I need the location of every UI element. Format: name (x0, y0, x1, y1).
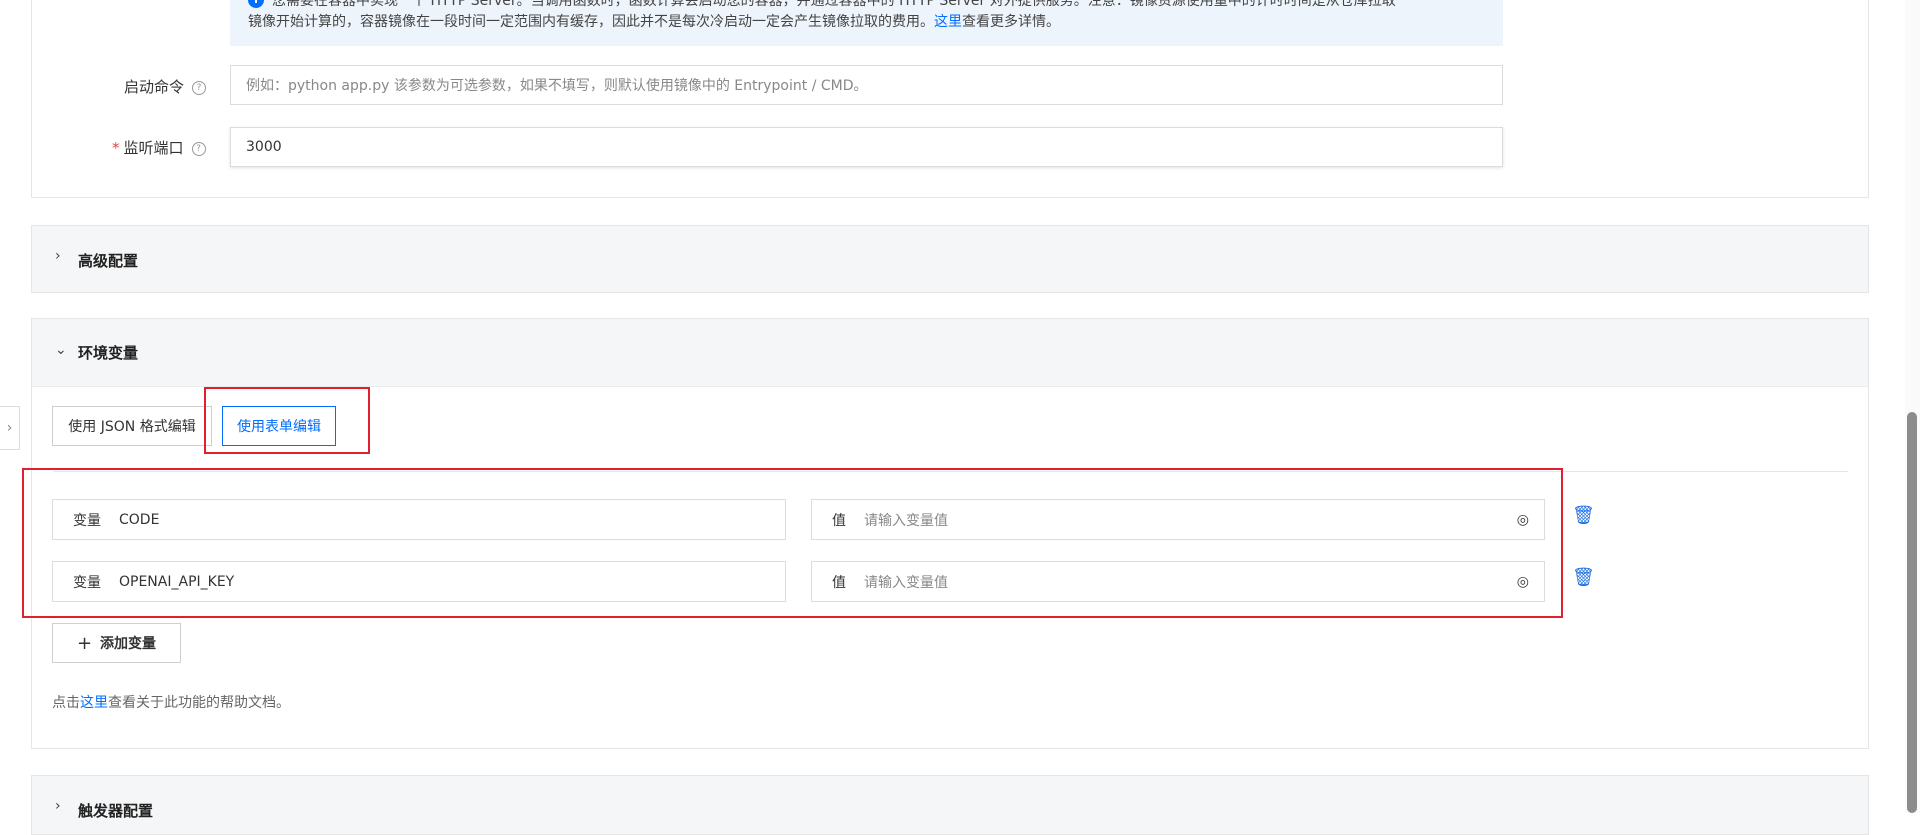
help-icon[interactable]: ? (192, 80, 207, 95)
trash-icon[interactable]: 🗑 (1572, 567, 1595, 588)
plus-icon: + (76, 632, 93, 654)
advanced-config-title: 高级配置 (78, 252, 139, 270)
advanced-config-panel[interactable]: › 高级配置 (31, 225, 1869, 293)
notice-text-line1: 您需要在容器中实现一个 HTTP Server。当调用函数时，函数计算会启动您的… (272, 0, 1396, 9)
info-icon: i (248, 0, 264, 8)
chevron-right-icon: › (6, 420, 13, 436)
env-vars-header[interactable]: ⌄ 环境变量 (32, 319, 1868, 387)
sidebar-expand-tab[interactable]: › (0, 406, 20, 450)
trash-icon[interactable]: 🗑 (1572, 505, 1595, 526)
listen-port-input[interactable]: 3000 (230, 127, 1503, 167)
trigger-config-panel[interactable]: › 触发器配置 (31, 775, 1869, 835)
startup-command-input[interactable]: 例如：python app.py 该参数为可选参数，如果不填写，则默认使用镜像中… (230, 65, 1503, 105)
chevron-right-icon: › (55, 248, 61, 264)
json-edit-button[interactable]: 使用 JSON 格式编辑 (52, 406, 212, 446)
highlight-form-edit (204, 387, 370, 454)
startup-command-label: 启动命令? (124, 76, 207, 97)
highlight-env-rows (22, 468, 1563, 618)
env-help-text: 点击这里查看关于此功能的帮助文档。 (52, 695, 290, 711)
trigger-config-title: 触发器配置 (78, 802, 154, 820)
image-notice: i 您需要在容器中实现一个 HTTP Server。当调用函数时，函数计算会启动… (230, 0, 1503, 46)
listen-port-label: * 监听端口? (112, 137, 206, 158)
chevron-right-icon: › (55, 798, 61, 814)
add-variable-button[interactable]: + 添加变量 (52, 623, 181, 663)
notice-details-link[interactable]: 这里 (934, 14, 962, 30)
scrollbar-thumb[interactable] (1907, 412, 1917, 813)
env-help-link[interactable]: 这里 (80, 695, 108, 711)
env-vars-title: 环境变量 (78, 344, 139, 362)
notice-text-line2: 镜像开始计算的，容器镜像在一段时间一定范围内有缓存，因此并不是每次冷启动一定会产… (248, 14, 1060, 30)
chevron-down-icon: ⌄ (55, 342, 67, 358)
help-icon[interactable]: ? (191, 141, 206, 156)
